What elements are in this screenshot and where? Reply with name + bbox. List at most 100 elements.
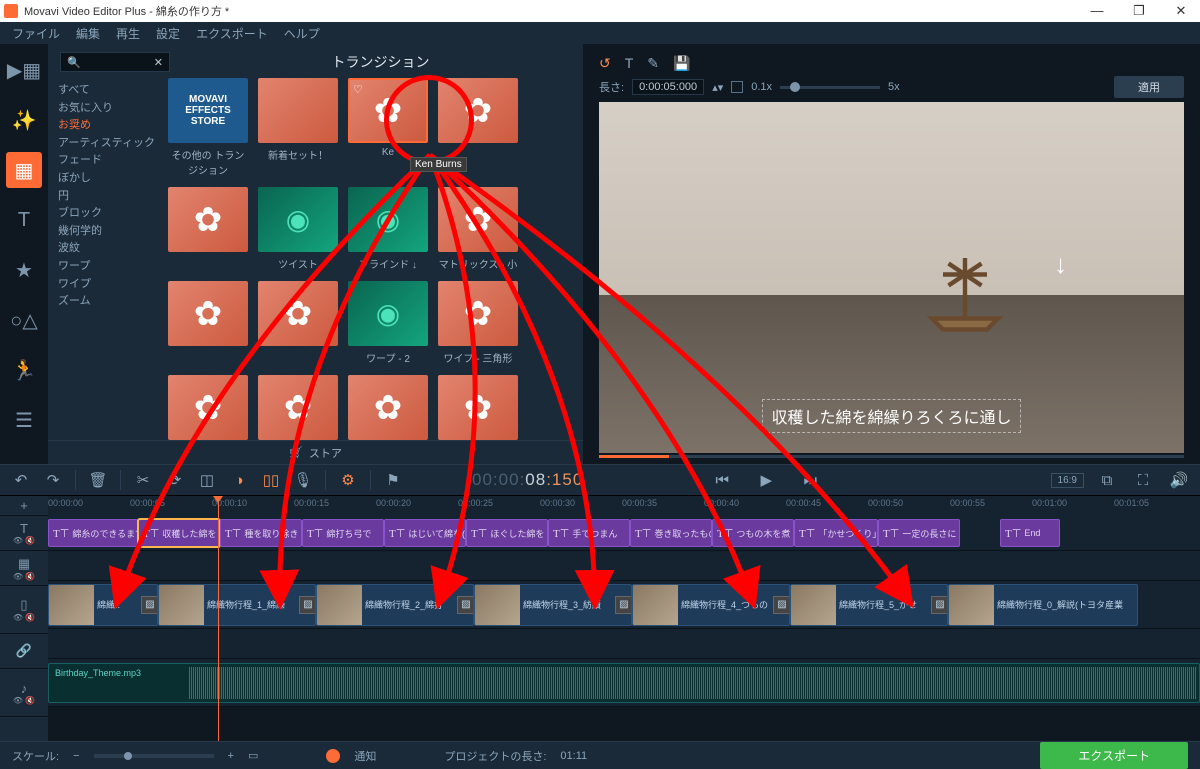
title-clip[interactable]: T⊤綿打ち弓で [302,519,384,547]
notification-badge[interactable] [326,749,340,763]
rail-media[interactable]: ▶▦ [6,52,42,88]
category-item[interactable]: ズーム [58,293,158,311]
audio-clip[interactable]: Birthday_Theme.mp3 [48,663,1200,703]
transition-marker[interactable]: ▨ [299,596,316,614]
menu-エクスポート[interactable]: エクスポート [196,25,268,42]
rotate-button[interactable]: ⟳ [162,468,188,492]
overlay-track-head[interactable]: ▦ 👁 🔇 [0,551,48,586]
category-item[interactable]: アーティスティック [58,135,158,153]
fullscreen-button[interactable]: ⛶ [1130,468,1156,492]
title-clip[interactable]: T⊤はじいて綿を( [384,519,466,547]
rail-filters[interactable]: ✨ [6,102,42,138]
duration-input[interactable]: 0:00:05:000 [632,79,704,95]
rail-transitions[interactable]: ▦ [6,152,42,188]
close-button[interactable]: ✕ [1166,3,1196,19]
play-button[interactable]: ▶ [753,468,779,492]
rail-callouts[interactable]: ○△ [6,302,42,338]
rail-animation[interactable]: 🏃 [6,352,42,388]
menu-編集[interactable]: 編集 [76,25,100,42]
transition-marker[interactable]: ▨ [457,596,474,614]
video-clip[interactable]: 綿織物行程_3_紡績▨ [474,584,632,626]
zoom-in-button[interactable]: + [228,750,234,762]
menu-ファイル[interactable]: ファイル [12,25,60,42]
transition-thumb[interactable]: ツイスト [258,187,338,271]
menu-ヘルプ[interactable]: ヘルプ [284,25,320,42]
export-button[interactable]: エクスポート [1040,742,1188,769]
crop-icon[interactable]: ↺ [599,55,611,72]
duration-stepper[interactable]: ▴▾ [712,81,723,94]
detach-button[interactable]: ⧉ [1094,468,1120,492]
transition-thumb[interactable] [168,187,248,271]
clip-properties-button[interactable]: ⚙ [335,468,361,492]
title-clip[interactable]: T⊤一定の長さに [878,519,960,547]
video-track-head[interactable]: ▯ 👁 🔇 [0,586,48,634]
category-item[interactable]: ブロック [58,205,158,223]
title-clip[interactable]: T⊤収穫した綿を [138,519,220,547]
add-track-button[interactable]: + [0,496,48,516]
transition-thumb[interactable]: 新着セット！ [258,78,338,177]
notification-label[interactable]: 通知 [354,748,376,764]
title-clip[interactable]: T⊤ほぐした綿を [466,519,548,547]
category-item[interactable]: 円 [58,188,158,206]
transition-thumb[interactable]: ブラインド ↓ [348,187,428,271]
rail-stickers[interactable]: ★ [6,252,42,288]
video-clip[interactable]: 綿織物行程_1_綿繰▨ [158,584,316,626]
redo-button[interactable]: ↷ [40,468,66,492]
title-track-head[interactable]: T 👁 🔇 [0,516,48,551]
store-button[interactable]: 🛒 ストア [48,440,583,464]
menu-設定[interactable]: 設定 [156,25,180,42]
playhead[interactable] [218,496,219,741]
prev-button[interactable]: ⏮ [709,468,735,492]
zoom-out-button[interactable]: − [73,750,79,762]
record-audio-button[interactable]: 🎙 [290,468,316,492]
search-input[interactable]: 🔍 ✕ [60,52,170,72]
category-item[interactable]: ワープ [58,258,158,276]
caption-text[interactable]: 収穫した綿を綿繰りろくろに通し [762,399,1020,433]
transition-wizard-button[interactable]: ▯▯ [258,468,284,492]
title-track[interactable]: T⊤綿糸のできるまでT⊤収穫した綿をT⊤種を取り除きT⊤綿打ち弓でT⊤はじいて綿… [48,516,1200,551]
video-clip[interactable]: 綿織物行程_4_つもの▨ [632,584,790,626]
transition-thumb[interactable] [258,281,338,365]
save-icon[interactable]: 💾 [673,55,690,72]
transition-marker[interactable]: ▨ [141,596,158,614]
transition-thumb[interactable]: ワープ - 2 [348,281,428,365]
category-item[interactable]: フェード [58,152,158,170]
transition-thumb[interactable]: マトリックス - 小 [438,187,518,271]
delete-button[interactable]: 🗑 [85,468,111,492]
title-clip[interactable]: T⊤つもの木を煮 [712,519,794,547]
transition-thumb[interactable]: 波紋 - [258,375,338,440]
audio-track[interactable]: Birthday_Theme.mp3 [48,659,1200,707]
category-item[interactable]: 幾何学的 [58,223,158,241]
clear-icon[interactable]: ✕ [154,56,163,69]
category-item[interactable]: ぼかし [58,170,158,188]
transition-marker[interactable]: ▨ [615,596,632,614]
transition-thumb[interactable] [438,375,518,440]
transition-thumb[interactable]: ムーズ [348,375,428,440]
zoom-slider[interactable] [94,754,214,758]
volume-button[interactable]: 🔊 [1166,468,1192,492]
rail-titles[interactable]: T [6,202,42,238]
maximize-button[interactable]: ❐ [1124,3,1154,19]
minimize-button[interactable]: — [1082,3,1112,19]
title-clip[interactable]: T⊤「かせつくり」を [794,519,878,547]
category-item[interactable]: お奨め [58,117,158,135]
video-clip[interactable]: 綿織物行程_5_かせ▨ [790,584,948,626]
color-picker-icon[interactable]: ✎ [647,55,659,72]
title-clip[interactable]: T⊤巻き取ったもの [630,519,712,547]
video-clip[interactable]: 綿織物行程_2_綿打▨ [316,584,474,626]
aspect-ratio-selector[interactable]: 16:9 [1051,473,1084,488]
category-item[interactable]: ワイプ [58,276,158,294]
speed-checkbox[interactable] [731,81,743,93]
title-clip[interactable]: T⊤種を取り除き [220,519,302,547]
title-clip[interactable]: T⊤手でつまん [548,519,630,547]
text-tool-icon[interactable]: T [625,55,634,71]
transition-marker[interactable]: ▨ [931,596,948,614]
transition-thumb[interactable]: MOVAVIEFFECTSSTOREその他の トランジション [168,78,248,177]
transition-thumb[interactable]: ワイプ - 三角形 [438,281,518,365]
title-clip[interactable]: T⊤End [1000,519,1060,547]
link-track[interactable] [48,629,1200,659]
video-track[interactable]: 綿織..▨綿織物行程_1_綿繰▨綿織物行程_2_綿打▨綿織物行程_3_紡績▨綿織… [48,581,1200,629]
category-item[interactable]: お気に入り [58,100,158,118]
next-button[interactable]: ⏭ [797,468,823,492]
apply-button[interactable]: 適用 [1114,76,1184,98]
